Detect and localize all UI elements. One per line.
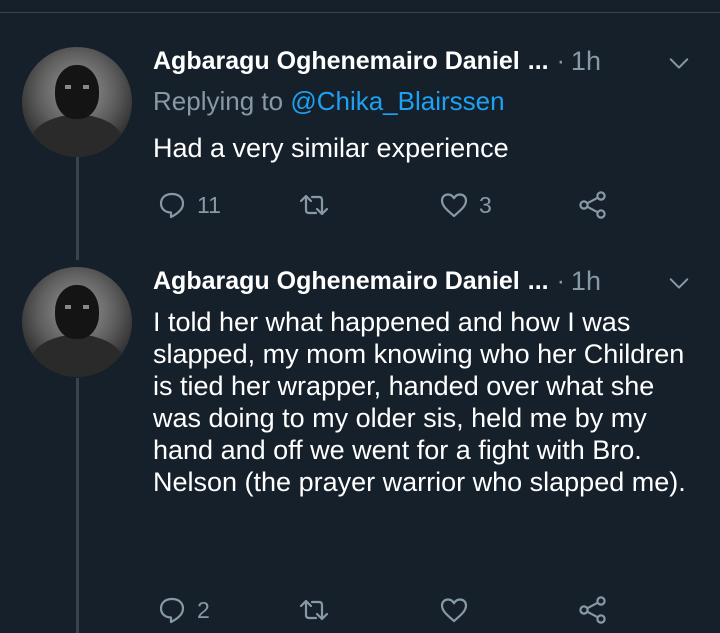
retweet-icon (299, 599, 329, 621)
retweet-button[interactable] (299, 188, 339, 222)
reply-icon (159, 192, 185, 219)
replying-to-handle[interactable]: @Chika_Blairssen (290, 86, 504, 116)
timestamp[interactable]: 1h (571, 266, 601, 297)
tweet-header: Agbaragu Oghenemairo Daniel ... · 1h (153, 264, 601, 298)
tweet[interactable]: Agbaragu Oghenemairo Daniel ... · 1h I t… (0, 250, 720, 633)
reply-count: 2 (197, 596, 210, 623)
heart-icon (440, 193, 468, 218)
tweet[interactable]: Agbaragu Oghenemairo Daniel ... · 1h Rep… (0, 0, 720, 250)
retweet-icon (299, 194, 329, 216)
replying-to: Replying to @Chika_Blairssen (153, 86, 505, 117)
separator-dot: · (556, 46, 565, 75)
tweet-actions: 2 (153, 593, 623, 627)
tweet-text: I told her what happened and how I was s… (153, 307, 686, 497)
share-icon (579, 191, 606, 219)
name-ellipsis: ... (527, 46, 549, 75)
tweet-text: Had a very similar experience (153, 133, 509, 163)
like-button[interactable] (439, 593, 479, 627)
timestamp[interactable]: 1h (571, 46, 601, 77)
reply-icon (159, 597, 185, 624)
heart-icon (440, 598, 468, 623)
retweet-button[interactable] (299, 593, 339, 627)
like-button[interactable]: 3 (439, 188, 492, 222)
author-name[interactable]: Agbaragu Oghenemairo Daniel (153, 267, 520, 296)
avatar[interactable] (22, 47, 132, 157)
reply-button[interactable]: 2 (157, 593, 210, 627)
like-count: 3 (479, 191, 492, 218)
chevron-down-icon[interactable] (668, 272, 690, 294)
replying-to-label: Replying to (153, 86, 284, 116)
chevron-down-icon[interactable] (668, 52, 690, 74)
tweet-header: Agbaragu Oghenemairo Daniel ... · 1h (153, 44, 601, 78)
reply-button[interactable]: 11 (157, 188, 221, 222)
share-icon (579, 596, 606, 624)
author-name[interactable]: Agbaragu Oghenemairo Daniel (153, 47, 520, 76)
separator-dot: · (556, 266, 565, 295)
tweet-actions: 11 3 (153, 188, 623, 222)
name-ellipsis: ... (527, 266, 549, 295)
avatar[interactable] (22, 267, 132, 377)
share-button[interactable] (578, 593, 608, 627)
share-button[interactable] (578, 188, 608, 222)
reply-count: 11 (197, 191, 221, 218)
